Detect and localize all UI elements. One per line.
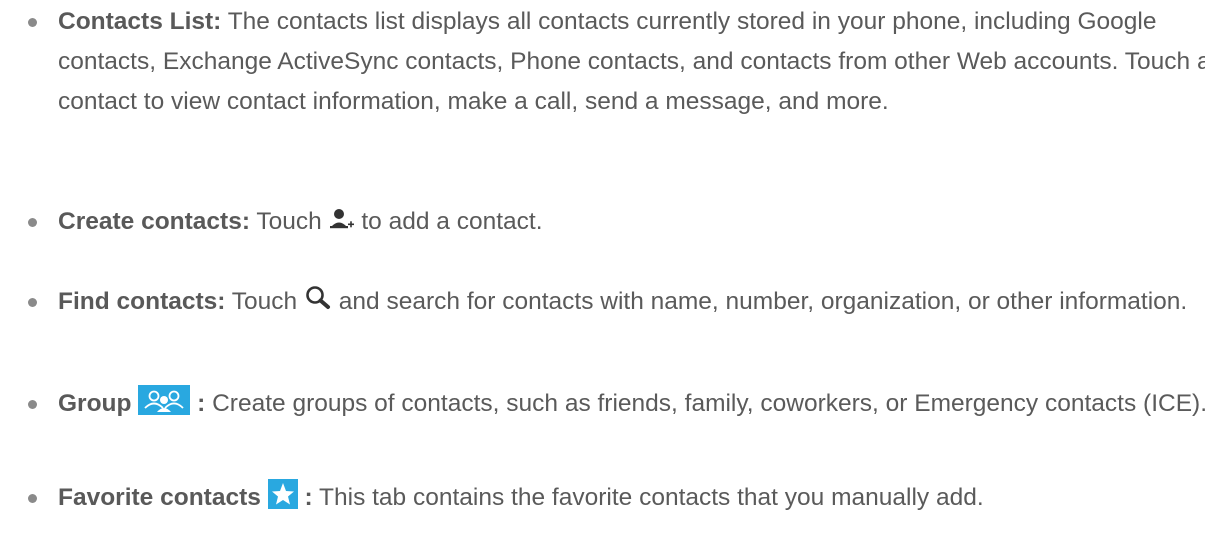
list-item-create-contacts: Create contacts: Touch to add a contact. [0,202,1205,246]
add-contact-icon [329,206,355,246]
item-term: Contacts List: [58,8,222,35]
list-item-find-contacts: Find contacts: Touch and search for cont… [0,282,1205,326]
search-icon [304,285,332,326]
favorite-star-icon [267,479,298,522]
item-description: The contacts list displays all contacts … [58,8,1205,115]
list-item-contacts-list: Contacts List: The contacts list display… [0,2,1205,122]
item-description: Create groups of contacts, such as frien… [205,390,1205,417]
item-term: Create contacts: [58,208,250,235]
bullet [28,218,37,227]
item-text-after-icon: to add a contact. [354,208,543,235]
item-text-before-icon: Touch [249,208,329,235]
item-term-suffix: : [304,484,313,511]
list-item-group: Group : Create groups of contacts, such … [0,384,1205,428]
item-term: Find contacts: [58,288,226,315]
group-icon [138,385,191,428]
list-item-favorite-contacts: Favorite contacts : This tab contains th… [0,478,1205,522]
item-term: Favorite contacts [58,484,261,511]
item-text-after-icon: and search for contacts with name, numbe… [331,288,1188,315]
item-term: Group [58,390,132,417]
item-text-before-icon: Touch [225,288,304,315]
bullet [28,18,37,27]
bullet [28,400,37,409]
bullet [28,494,37,503]
item-description: This tab contains the favorite contacts … [312,484,984,511]
bullet [28,298,37,307]
